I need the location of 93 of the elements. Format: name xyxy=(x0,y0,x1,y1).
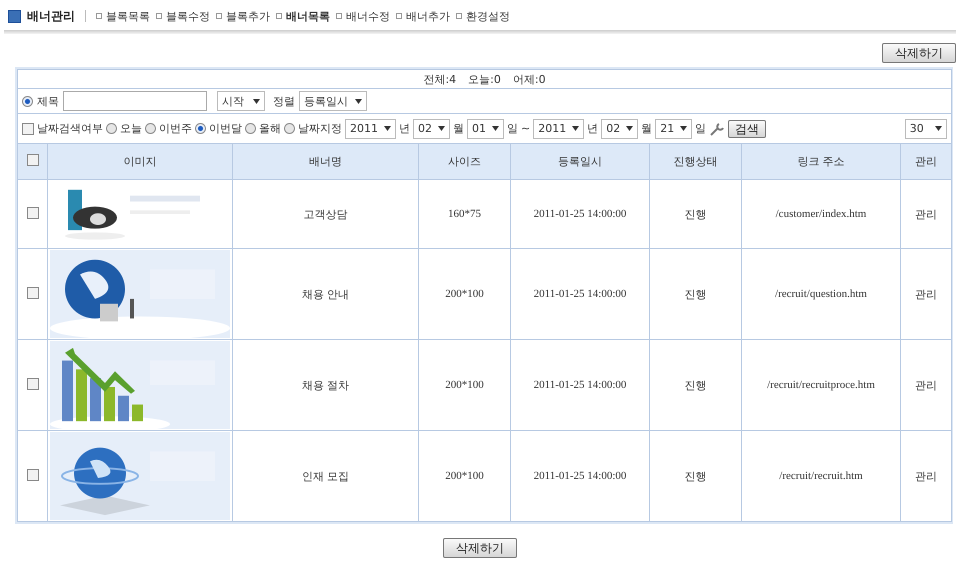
dropdown[interactable]: 2011 xyxy=(533,118,584,138)
dropdown[interactable]: 30 xyxy=(904,118,947,138)
checkbox-label: 날짜검색여부 xyxy=(37,121,103,136)
range-separator: ~ xyxy=(521,122,530,135)
nav-link[interactable]: 배너수정 xyxy=(336,8,390,24)
date-unit: 월 xyxy=(641,121,652,136)
table-cell: /recruit/recruitproce.htm xyxy=(767,379,875,391)
dropdown[interactable]: 등록일시 xyxy=(299,91,367,111)
radio[interactable] xyxy=(22,96,33,106)
table-cell: 200*100 xyxy=(445,470,484,482)
table-cell: 채용 안내 xyxy=(302,288,350,300)
caret-icon xyxy=(680,126,688,131)
nav-link[interactable]: 배너목록 xyxy=(276,8,330,24)
caret-icon xyxy=(934,126,942,131)
nav-link[interactable]: 환경설정 xyxy=(456,8,510,24)
date-unit: 일 xyxy=(695,121,706,136)
dropdown[interactable]: 21 xyxy=(655,118,692,138)
table-cell: 진행 xyxy=(684,288,706,300)
caret-icon xyxy=(253,98,260,104)
delete-button[interactable]: 삭제하기 xyxy=(443,538,517,558)
manage-link[interactable]: 관리 xyxy=(915,470,938,482)
table-cell: 2011-01-25 14:00:00 xyxy=(534,470,626,482)
manage-link[interactable]: 관리 xyxy=(915,208,938,220)
table-cell: 인재 모집 xyxy=(302,470,350,482)
checkbox[interactable] xyxy=(22,122,34,134)
table-cell: 2011-01-25 14:00:00 xyxy=(534,288,626,300)
column-header: 사이즈 xyxy=(418,144,510,180)
column-header: 이미지 xyxy=(48,144,232,180)
select-all-checkbox[interactable] xyxy=(26,154,38,166)
dropdown[interactable]: 02 xyxy=(413,118,450,138)
dropdown[interactable]: 01 xyxy=(467,118,504,138)
row-checkbox[interactable] xyxy=(26,206,38,218)
caret-icon xyxy=(384,126,391,131)
table-cell: 고객상담 xyxy=(304,208,348,220)
radio-label: 오늘 xyxy=(120,121,142,136)
count-label: 오늘:0 xyxy=(468,72,501,86)
table-cell: 진행 xyxy=(684,378,706,392)
dropdown[interactable]: 02 xyxy=(601,118,638,138)
column-header: 관리 xyxy=(900,144,952,180)
nav-link[interactable]: 블록추가 xyxy=(216,8,270,24)
row-checkbox[interactable] xyxy=(26,286,38,298)
table-cell: 2011-01-25 14:00:00 xyxy=(534,208,626,220)
radio[interactable] xyxy=(106,123,117,134)
column-header: 링크 주소 xyxy=(742,144,900,180)
count-label: 어제:0 xyxy=(512,72,546,86)
date-unit: 년 xyxy=(587,121,598,136)
radio[interactable] xyxy=(145,123,156,134)
column-header: 진행상태 xyxy=(650,144,742,180)
delete-button[interactable]: 삭제하기 xyxy=(882,43,956,63)
table-cell: 진행 xyxy=(684,470,706,482)
search-button[interactable]: 검색 xyxy=(728,120,766,138)
radio-label: 날짜지정 xyxy=(298,121,342,136)
row-checkbox[interactable] xyxy=(26,468,38,480)
count-label: 전체:4 xyxy=(423,72,456,86)
dropdown[interactable]: 시작 xyxy=(217,91,265,111)
column-header: 등록일시 xyxy=(510,144,650,180)
date-unit: 월 xyxy=(453,121,464,136)
row-checkbox[interactable] xyxy=(26,378,38,390)
nav-link[interactable]: 블록목록 xyxy=(96,8,150,24)
banner-icon xyxy=(8,10,21,22)
radio[interactable] xyxy=(195,123,206,134)
caret-icon xyxy=(626,126,634,131)
table-cell: 200*100 xyxy=(445,379,484,391)
caret-icon xyxy=(572,126,580,131)
caret-icon xyxy=(355,98,362,104)
radio-label: 이번달 xyxy=(209,121,242,136)
table-cell: 160*75 xyxy=(448,208,481,220)
date-unit: 년 xyxy=(399,121,410,136)
nav-title: 배너관리 xyxy=(27,8,75,24)
table-cell: 2011-01-25 14:00:00 xyxy=(534,379,626,391)
table-cell: 진행 xyxy=(684,208,706,220)
dropdown[interactable]: 2011 xyxy=(345,118,396,138)
wrench-icon[interactable] xyxy=(709,120,726,136)
manage-link[interactable]: 관리 xyxy=(915,288,938,300)
search-field[interactable] xyxy=(63,91,207,111)
table-cell: 200*100 xyxy=(445,288,484,300)
nav-link[interactable]: 배너추가 xyxy=(396,8,450,24)
manage-link[interactable]: 관리 xyxy=(915,378,938,392)
sort-label: 정렬 xyxy=(273,94,295,108)
radio-label: 제목 xyxy=(37,94,59,108)
table-cell: /customer/index.htm xyxy=(776,208,866,220)
radio-label: 올해 xyxy=(259,121,281,136)
radio[interactable] xyxy=(245,123,256,134)
table-cell: /recruit/recruit.htm xyxy=(779,470,863,482)
column-header: 배너명 xyxy=(232,144,418,180)
caret-icon xyxy=(492,126,499,131)
caret-icon xyxy=(438,126,445,131)
table-cell: 채용 절차 xyxy=(302,378,350,392)
table-cell: /recruit/question.htm xyxy=(775,288,867,300)
nav-link[interactable]: 블록수정 xyxy=(156,8,210,24)
radio-label: 이번주 xyxy=(159,121,192,136)
radio[interactable] xyxy=(284,123,295,134)
date-unit: 일 xyxy=(507,121,518,136)
